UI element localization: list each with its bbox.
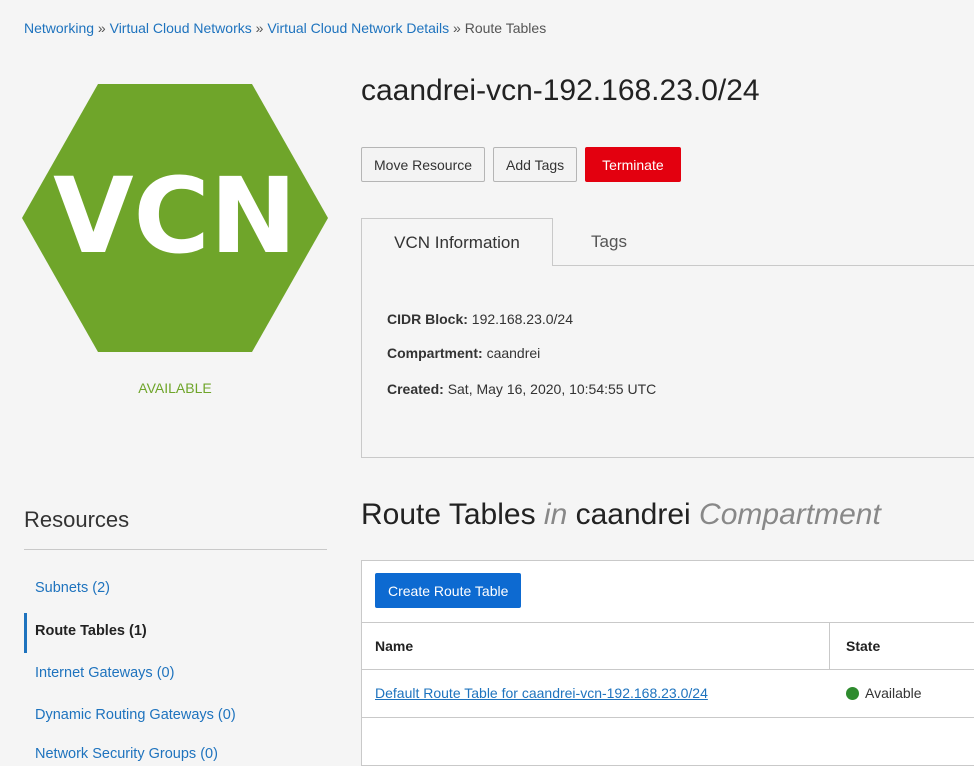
column-divider <box>829 623 830 669</box>
breadcrumb: Networking » Virtual Cloud Networks » Vi… <box>24 20 546 36</box>
section-title: Route Tables in caandrei Compartment <box>361 498 881 532</box>
cidr-value: 192.168.23.0/24 <box>471 311 574 327</box>
tab-tags[interactable]: Tags <box>553 218 665 266</box>
vcn-hexagon-logo: VCN <box>22 84 328 352</box>
status-dot-icon <box>846 686 859 700</box>
column-header-state[interactable]: State <box>846 638 880 654</box>
vcn-info-panel: CIDR Block: 192.168.23.0/24 Compartment:… <box>361 265 974 458</box>
resources-title: Resources <box>24 507 130 532</box>
create-route-table-button[interactable]: Create Route Table <box>375 573 522 608</box>
section-title-main: Route Tables <box>361 498 536 531</box>
state-value: Available <box>865 685 922 701</box>
state-cell: Available <box>846 685 922 701</box>
terminate-button[interactable]: Terminate <box>585 147 681 182</box>
breadcrumb-current: Route Tables <box>464 20 547 36</box>
compartment-value: caandrei <box>486 345 541 361</box>
breadcrumb-networking[interactable]: Networking <box>24 20 94 36</box>
section-title-in: in <box>543 498 568 531</box>
add-tags-button[interactable]: Add Tags <box>493 147 578 182</box>
breadcrumb-vcn-details[interactable]: Virtual Cloud Network Details <box>267 20 449 36</box>
action-bar: Move Resource Add Tags Terminate <box>361 147 681 182</box>
created-row: Created: Sat, May 16, 2020, 10:54:55 UTC <box>387 381 656 397</box>
active-indicator <box>24 613 27 653</box>
route-tables-panel: Create Route Table Name State Default Ro… <box>361 560 974 766</box>
compartment-label: Compartment: <box>387 345 483 361</box>
page-title: caandrei-vcn-192.168.23.0/24 <box>361 74 760 107</box>
compartment-row: Compartment: caandrei <box>387 345 540 361</box>
section-title-suffix: Compartment <box>699 498 881 531</box>
breadcrumb-vcns[interactable]: Virtual Cloud Networks <box>110 20 252 36</box>
tab-bar: VCN Information Tags <box>361 218 974 266</box>
sidebar-item-internet-gateways[interactable]: Internet Gateways (0) <box>35 665 174 681</box>
breadcrumb-separator: » <box>97 20 106 36</box>
sidebar-item-dynamic-routing-gateways[interactable]: Dynamic Routing Gateways (0) <box>35 707 236 723</box>
sidebar-item-network-security-groups[interactable]: Network Security Groups (0) <box>35 746 218 762</box>
tab-vcn-information[interactable]: VCN Information <box>361 218 553 266</box>
status-label: AVAILABLE <box>138 380 212 396</box>
column-header-name[interactable]: Name <box>375 638 413 654</box>
move-resource-button[interactable]: Move Resource <box>361 147 486 182</box>
logo-text: VCN <box>53 155 297 277</box>
sidebar-item-route-tables[interactable]: Route Tables (1) <box>35 623 147 639</box>
cidr-label: CIDR Block: <box>387 311 468 327</box>
section-title-compartment: caandrei <box>575 498 691 531</box>
sidebar-item-subnets[interactable]: Subnets (2) <box>35 580 110 596</box>
created-label: Created: <box>387 381 444 397</box>
created-value: Sat, May 16, 2020, 10:54:55 UTC <box>447 381 657 397</box>
table-row: Default Route Table for caandrei-vcn-192… <box>362 670 974 718</box>
route-table-link[interactable]: Default Route Table for caandrei-vcn-192… <box>375 685 708 701</box>
table-header: Name State <box>362 622 974 670</box>
page: Networking » Virtual Cloud Networks » Vi… <box>0 0 974 766</box>
breadcrumb-separator: » <box>255 20 264 36</box>
resources-divider <box>24 549 327 550</box>
cidr-row: CIDR Block: 192.168.23.0/24 <box>387 311 573 327</box>
breadcrumb-separator: » <box>453 20 461 36</box>
